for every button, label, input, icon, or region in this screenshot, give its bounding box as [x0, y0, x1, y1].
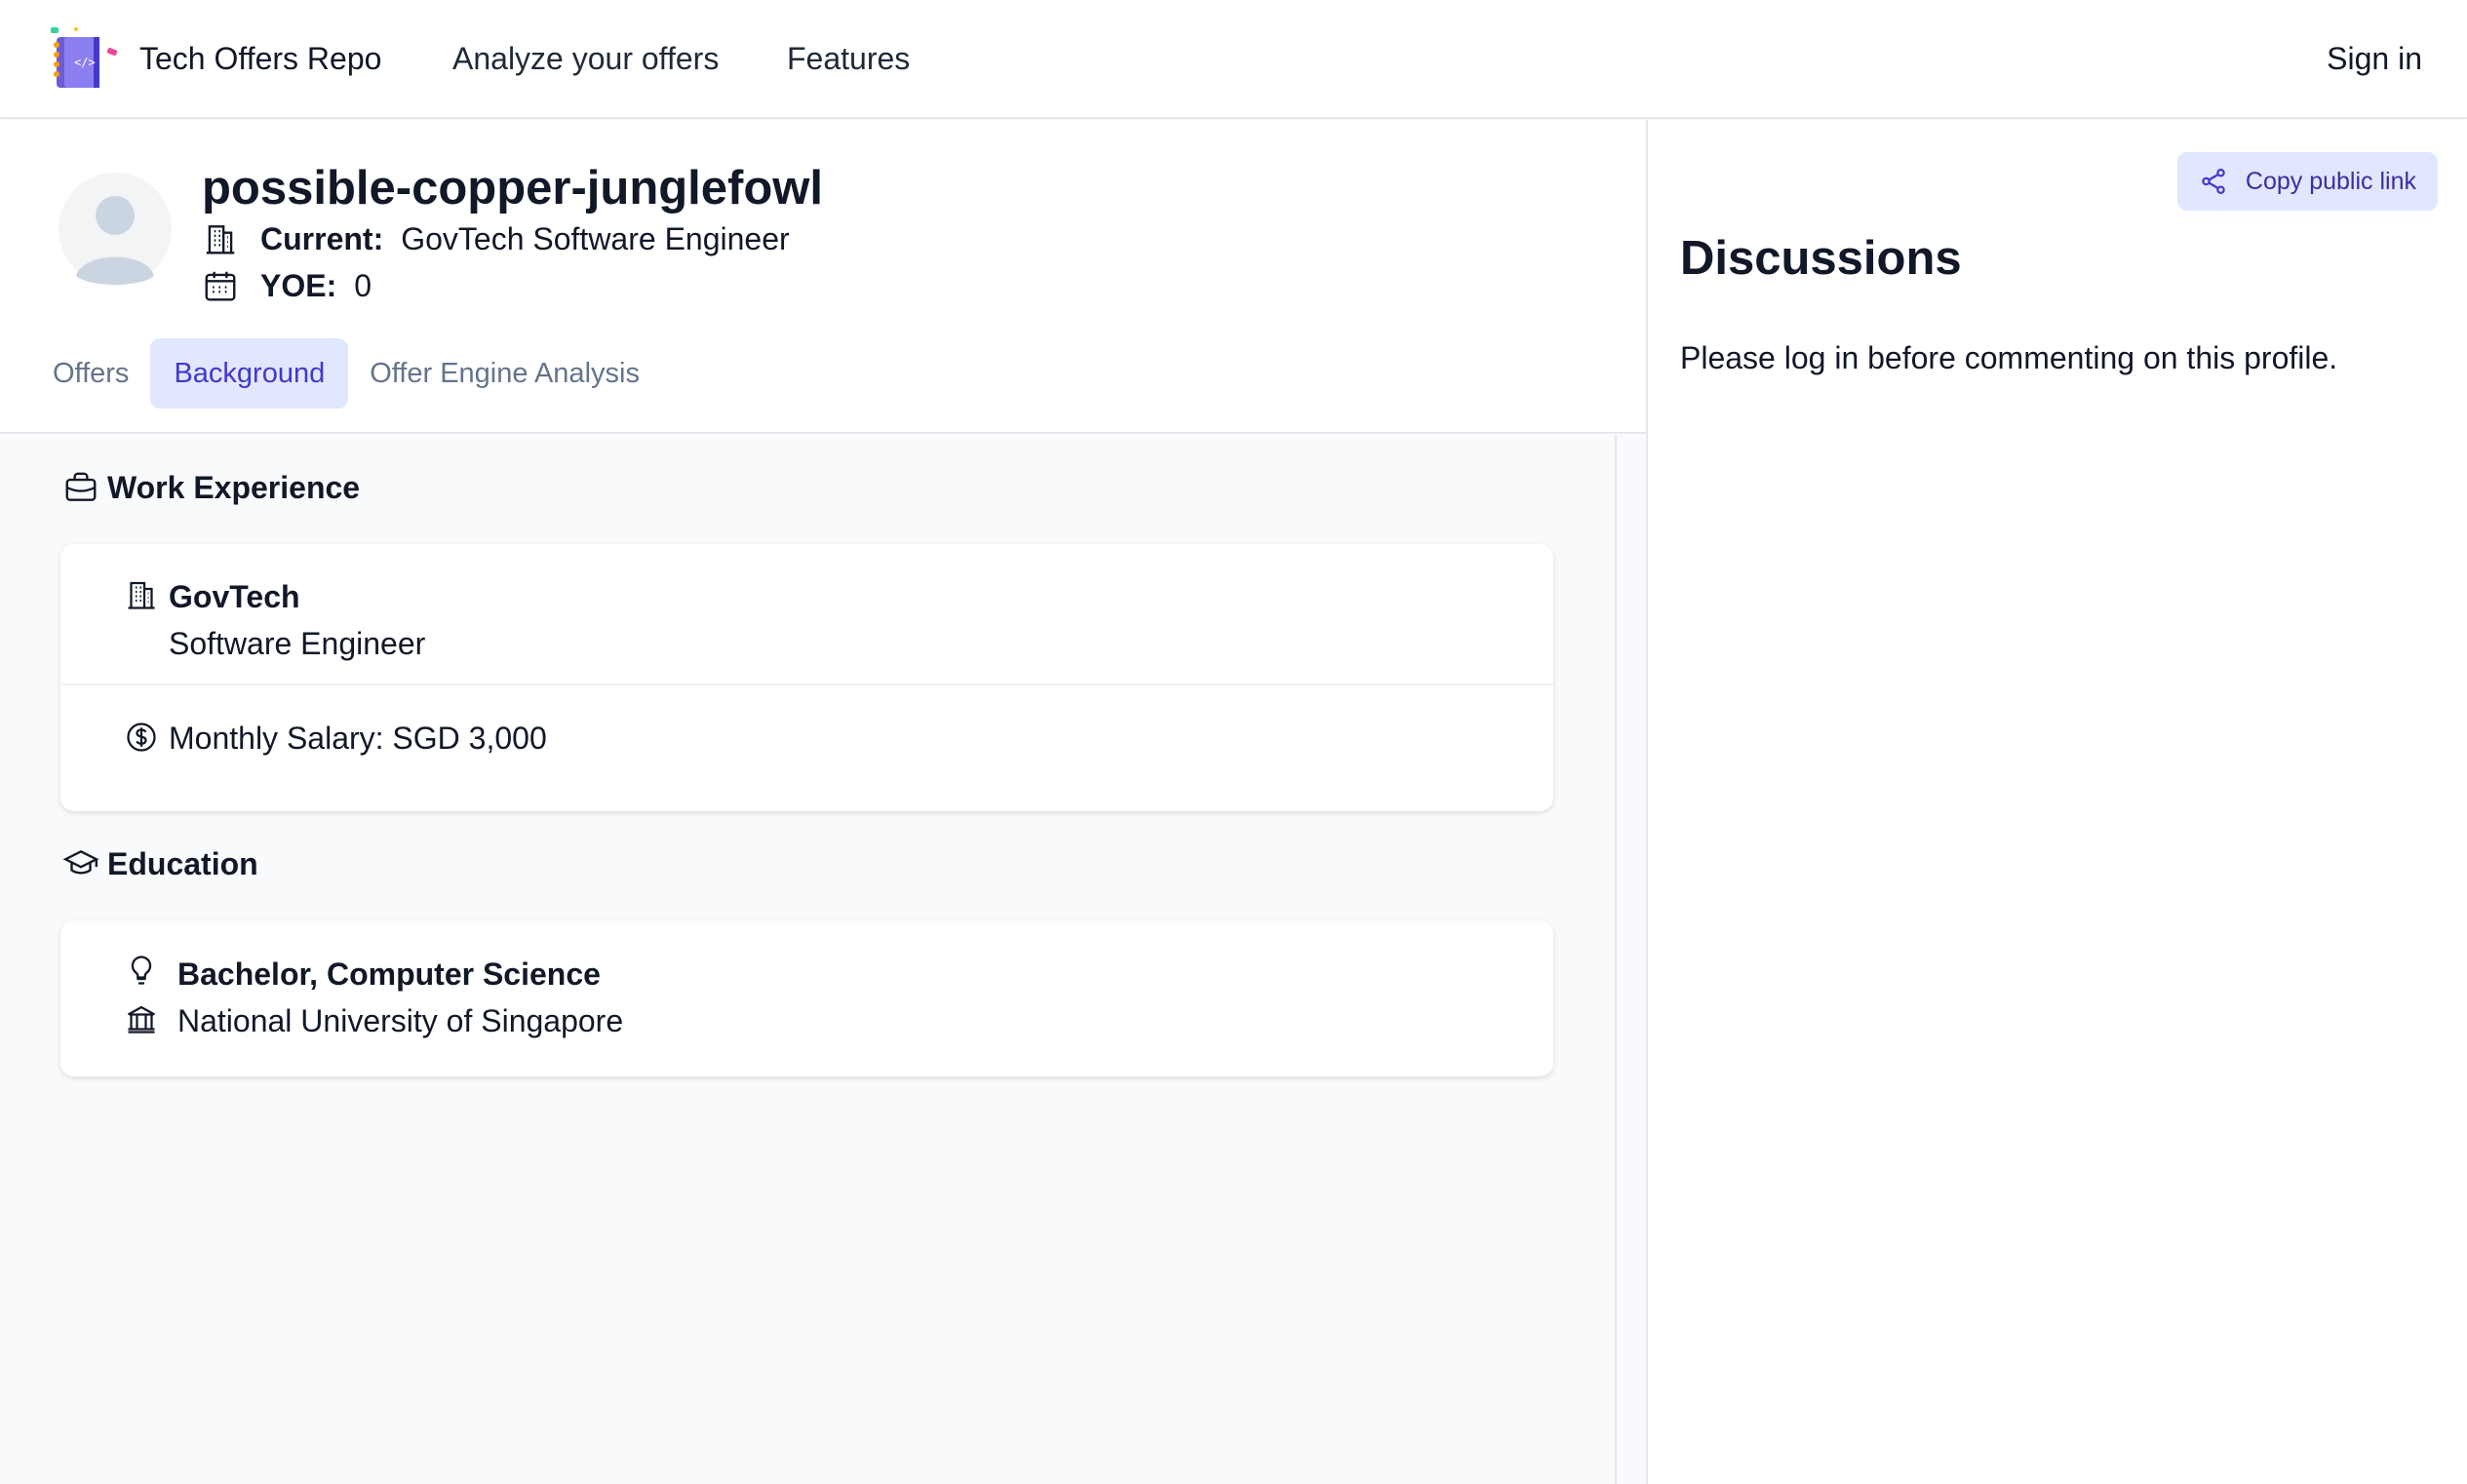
- briefcase-icon: [65, 472, 97, 501]
- work-job-title: Software Engineer: [169, 626, 426, 661]
- nav-analyze-offers[interactable]: Analyze your offers: [452, 37, 719, 80]
- profile-name: possible-copper-junglefowl: [202, 162, 824, 215]
- profile-header: possible-copper-junglefowl Current: GovT…: [0, 120, 1646, 434]
- current-role-row: Current: GovTech Software Engineer: [202, 217, 790, 260]
- copy-public-link-label: Copy public link: [2245, 167, 2416, 195]
- dollar-circle-icon: [127, 722, 156, 752]
- education-label: Education: [107, 846, 258, 881]
- lightbulb-icon: [131, 956, 152, 985]
- tab-background[interactable]: Background: [150, 338, 349, 409]
- app-logo-icon[interactable]: </>: [47, 23, 125, 92]
- education-degree: Bachelor, Computer Science: [177, 957, 601, 992]
- top-nav: </> Tech Offers Repo Analyze your offers…: [0, 0, 2467, 119]
- yoe-row: YOE: 0: [202, 264, 372, 307]
- discussions-panel: Copy public link Discussions Please log …: [1646, 120, 2467, 1484]
- work-experience-title: Work Experience: [62, 466, 360, 509]
- copy-public-link-button[interactable]: Copy public link: [2176, 152, 2438, 211]
- current-label: Current:: [260, 221, 384, 256]
- tab-offers[interactable]: Offers: [35, 338, 146, 409]
- yoe-label: YOE:: [260, 268, 337, 303]
- current-value: GovTech Software Engineer: [401, 221, 790, 256]
- calendar-icon: [205, 271, 236, 301]
- education-card: Bachelor, Computer Science National Univ…: [60, 920, 1553, 1076]
- svg-text:</>: </>: [74, 56, 96, 69]
- building-icon: [206, 225, 235, 254]
- monthly-salary: Monthly Salary: SGD 3,000: [169, 721, 547, 756]
- building-icon: [128, 581, 155, 609]
- discussions-title: Discussions: [1680, 232, 1962, 285]
- work-experience-label: Work Experience: [107, 470, 361, 505]
- work-company: GovTech: [169, 579, 300, 614]
- graduation-cap-icon: [62, 850, 99, 875]
- login-to-comment-note: Please log in before commenting on this …: [1680, 340, 2338, 375]
- education-title: Education: [62, 842, 258, 885]
- institution-icon: [127, 1005, 156, 1034]
- share-icon: [2202, 169, 2225, 194]
- avatar: [59, 167, 172, 292]
- brand-name[interactable]: Tech Offers Repo: [139, 37, 381, 80]
- nav-features[interactable]: Features: [787, 37, 910, 80]
- profile-tabs: Offers Background Offer Engine Analysis: [35, 338, 661, 409]
- education-school: National University of Singapore: [177, 1003, 624, 1038]
- tab-offer-engine-analysis[interactable]: Offer Engine Analysis: [352, 338, 657, 409]
- work-experience-card: GovTech Software Engineer Monthly Salary…: [60, 544, 1553, 811]
- yoe-value: 0: [354, 268, 372, 303]
- scroll-track[interactable]: [1615, 435, 1646, 1484]
- sign-in-link[interactable]: Sign in: [2327, 37, 2422, 80]
- work-company-section: GovTech Software Engineer: [60, 544, 1553, 685]
